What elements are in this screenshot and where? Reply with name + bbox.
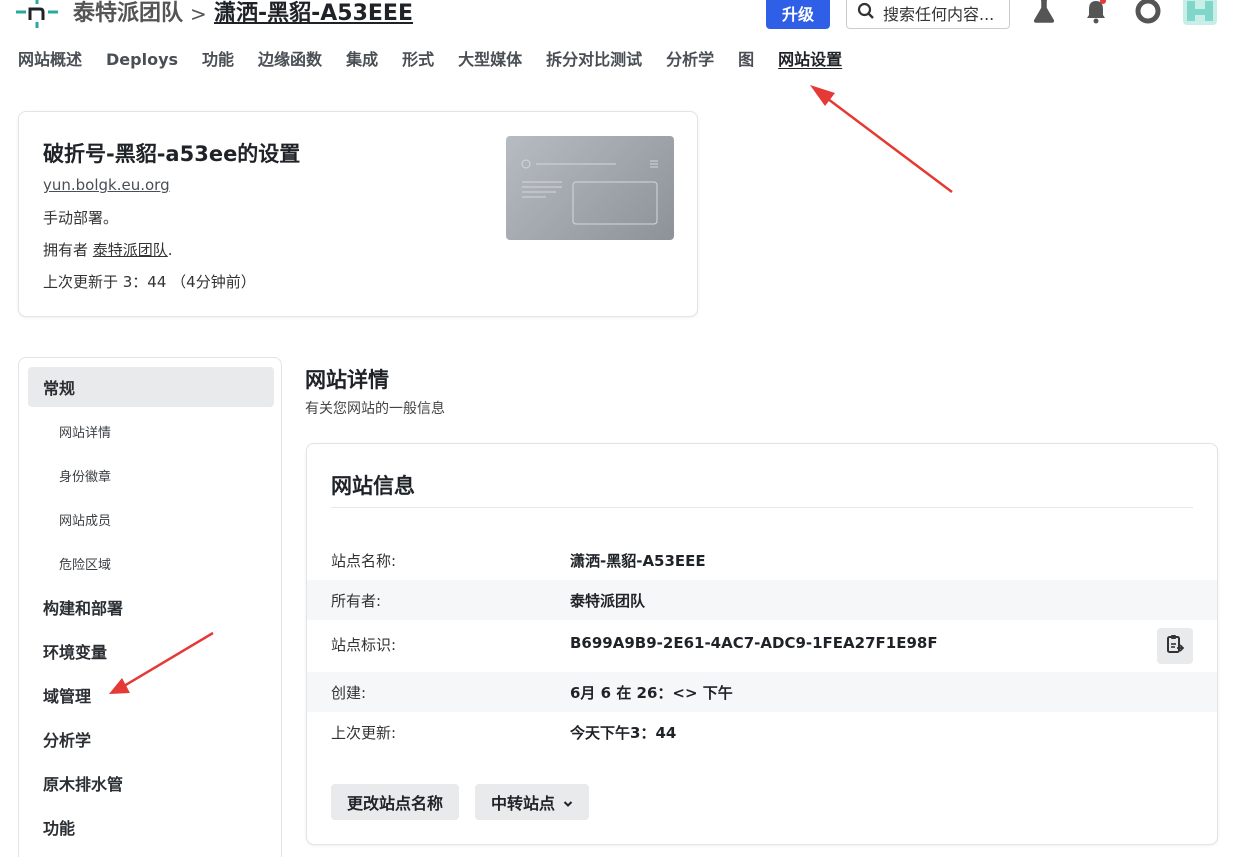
transfer-site-label: 中转站点 — [491, 794, 556, 813]
row-label: 所有者: — [331, 592, 382, 610]
sidebar-subitem-site-members[interactable]: 网站成员 — [59, 510, 111, 529]
sidebar-item-env-variables[interactable]: 环境变量 — [28, 631, 274, 671]
deploy-mode-text: 手动部署。 — [43, 209, 119, 227]
sidebar-item-build-deploy[interactable]: 构建和部署 — [28, 587, 274, 627]
rename-site-button[interactable]: 更改站点名称 — [331, 784, 460, 820]
last-updated-text: 上次更新于 3：44 （4分钟前） — [43, 273, 256, 291]
sidebar-item-domain-management[interactable]: 域管理 — [28, 675, 274, 715]
tab-large-media[interactable]: 大型媒体 — [458, 48, 522, 72]
info-row-last-updated: 上次更新: 今天下午3：44 — [307, 712, 1217, 752]
divider — [331, 507, 1193, 508]
owner-prefix: 拥有者 — [43, 241, 93, 259]
breadcrumb-separator: > — [190, 2, 207, 26]
sidebar-item-analytics[interactable]: 分析学 — [28, 719, 274, 759]
info-row-site-name: 站点名称: 潇洒-黑貂-A53EEE — [307, 540, 1217, 580]
copy-site-id-button[interactable] — [1157, 628, 1193, 664]
annotation-arrow-settings-tab — [810, 85, 953, 193]
row-label: 站点名称: — [331, 552, 397, 570]
user-avatar[interactable] — [1183, 0, 1217, 26]
sidebar-item-functions[interactable]: 功能 — [28, 807, 274, 847]
owner-suffix: . — [167, 241, 173, 259]
sidebar-item-general[interactable]: 常规 — [28, 367, 274, 407]
tab-split-testing[interactable]: 拆分对比测试 — [546, 48, 642, 72]
owner-line: 拥有者 泰特派团队. — [43, 239, 173, 260]
settings-sidebar: 常规 网站详情 身份徽章 网站成员 危险区域 构建和部署 环境变量 域管理 分析… — [18, 357, 282, 857]
info-row-owner: 所有者: 泰特派团队 — [307, 580, 1217, 620]
tab-analytics[interactable]: 分析学 — [666, 48, 714, 72]
tab-functions[interactable]: 功能 — [202, 48, 234, 72]
row-value: B699A9B9-2E61-4AC7-ADC9-1FEA27F1E98F — [570, 634, 938, 652]
row-value: 6月 6 在 26：<> 下午 — [570, 684, 733, 702]
tab-graph[interactable]: 图 — [738, 48, 754, 72]
info-row-created: 创建: 6月 6 在 26：<> 下午 — [307, 672, 1217, 712]
row-value: 泰特派团队 — [570, 592, 646, 610]
transfer-site-button[interactable]: 中转站点 — [475, 784, 590, 820]
tab-forms[interactable]: 形式 — [402, 48, 434, 72]
section-subtitle: 有关您网站的一般信息 — [305, 401, 445, 417]
site-url-link[interactable]: yun.bolgk.eu.org — [43, 176, 170, 194]
sidebar-item-log-drains[interactable]: 原木排水管 — [28, 763, 274, 803]
chevron-down-icon — [563, 793, 573, 812]
notification-bell-icon[interactable] — [1082, 0, 1110, 26]
logo-icon[interactable] — [14, 0, 60, 30]
info-row-site-id: 站点标识: B699A9B9-2E61-4AC7-ADC9-1FEA27F1E9… — [307, 624, 1217, 664]
tab-site-settings[interactable]: 网站设置 — [778, 48, 842, 72]
help-lifebuoy-icon[interactable] — [1134, 0, 1162, 26]
sidebar-subitem-site-details[interactable]: 网站详情 — [59, 422, 111, 441]
row-label: 创建: — [331, 684, 367, 702]
tab-deploys[interactable]: Deploys — [106, 48, 178, 72]
search-placeholder: 搜索任何内容... — [883, 4, 995, 24]
section-title: 网站详情 — [305, 368, 389, 392]
settings-title: 破折号-黑貂-a53ee的设置 — [43, 142, 301, 166]
sidebar-subitem-danger-zone[interactable]: 危险区域 — [59, 554, 111, 573]
upgrade-button[interactable]: 升级 — [766, 0, 830, 29]
lab-flask-icon[interactable] — [1030, 0, 1058, 26]
row-value: 潇洒-黑貂-A53EEE — [570, 552, 706, 570]
row-label: 上次更新: — [331, 724, 397, 742]
team-name-link[interactable]: 泰特派团队 — [73, 0, 183, 28]
search-icon — [857, 2, 875, 24]
info-card-title: 网站信息 — [331, 474, 415, 498]
site-nav-tabs: 网站概述 Deploys 功能 边缘函数 集成 形式 大型媒体 拆分对比测试 分… — [18, 48, 866, 72]
search-box[interactable]: 搜索任何内容... — [846, 0, 1010, 29]
row-value: 今天下午3：44 — [570, 724, 677, 742]
clipboard-icon — [1166, 634, 1185, 658]
row-label: 站点标识: — [331, 636, 397, 654]
top-header: 泰特派团队 > 潇洒-黑貂-A53EEE 升级 搜索任何内容... — [0, 0, 1238, 40]
tab-edge-functions[interactable]: 边缘函数 — [258, 48, 322, 72]
tab-integrations[interactable]: 集成 — [346, 48, 378, 72]
rename-site-label: 更改站点名称 — [347, 794, 444, 813]
owner-team-link[interactable]: 泰特派团队 — [93, 241, 168, 259]
site-preview-thumbnail[interactable] — [506, 136, 674, 240]
tab-site-overview[interactable]: 网站概述 — [18, 48, 82, 72]
sidebar-subitem-status-badges[interactable]: 身份徽章 — [59, 466, 111, 485]
site-info-card: 网站信息 站点名称: 潇洒-黑貂-A53EEE 所有者: 泰特派团队 站点标识:… — [306, 443, 1218, 845]
site-name-link[interactable]: 潇洒-黑貂-A53EEE — [214, 0, 413, 28]
site-settings-card: 破折号-黑貂-a53ee的设置 yun.bolgk.eu.org 手动部署。 拥… — [18, 111, 698, 317]
